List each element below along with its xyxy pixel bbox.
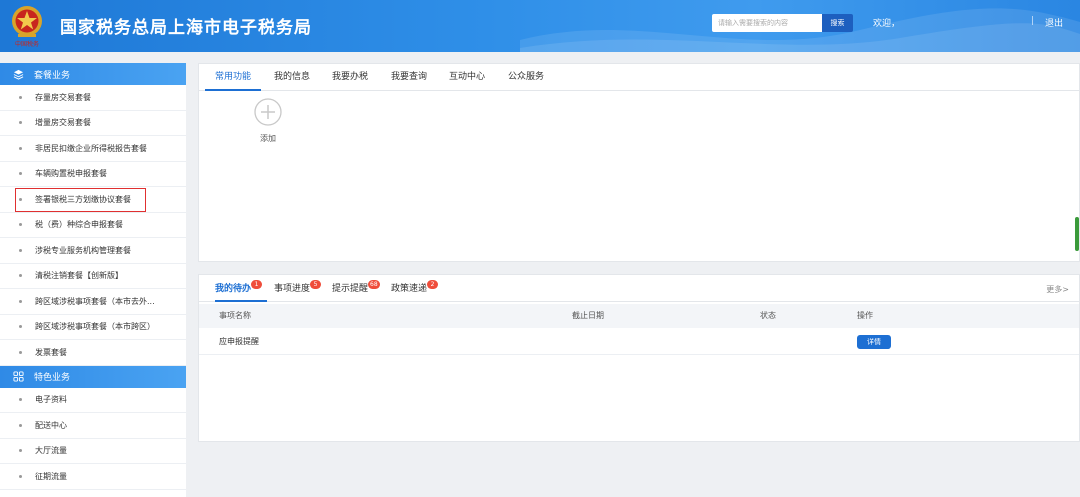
table-header: 事项名称 截止日期 状态 操作 bbox=[199, 304, 1079, 328]
bullet-dot bbox=[19, 299, 22, 303]
cell-item-name: 应申报提醒 bbox=[219, 337, 259, 346]
sidebar-item-e-documents[interactable]: 电子资料 bbox=[0, 388, 186, 413]
tab-reminders[interactable]: 提示提醒 68 bbox=[332, 275, 386, 302]
sidebar-item-label: 配送中心 bbox=[35, 420, 67, 430]
header-divider: | bbox=[1031, 16, 1035, 26]
welcome-text: 欢迎， bbox=[873, 19, 901, 29]
sidebar-item-new-house[interactable]: 增量房交易套餐 bbox=[0, 111, 186, 136]
bullet-dot bbox=[19, 350, 22, 354]
tab-common-functions[interactable]: 常用功能 bbox=[205, 64, 261, 91]
bullet-dot bbox=[19, 197, 22, 201]
sidebar-item-comprehensive-declaration[interactable]: 税（费）种综合申报套餐 bbox=[0, 213, 186, 238]
bullet-dot bbox=[19, 172, 22, 176]
sidebar-section-packages[interactable]: 套餐业务 bbox=[0, 63, 186, 85]
sidebar-item-label: 跨区域涉税事项套餐（本市去外... bbox=[35, 296, 155, 306]
tab-policy-news[interactable]: 政策速递 2 bbox=[391, 275, 445, 302]
column-header-deadline: 截止日期 bbox=[572, 311, 604, 320]
bullet-dot bbox=[19, 474, 22, 478]
bullet-dot bbox=[19, 398, 22, 402]
sidebar-item-label: 清税注销套餐【创新版】 bbox=[35, 271, 123, 281]
bullet-dot bbox=[19, 274, 22, 278]
tax-emblem-icon: 中国税务 bbox=[12, 6, 42, 48]
add-plus-icon[interactable] bbox=[254, 98, 282, 126]
bullet-dot bbox=[19, 423, 22, 427]
bullet-dot bbox=[19, 449, 22, 453]
tab-public-service[interactable]: 公众服务 bbox=[499, 64, 553, 91]
tab-label: 事项进度 bbox=[274, 284, 311, 294]
sidebar-item-vehicle-tax[interactable]: 车辆购置税申报套餐 bbox=[0, 162, 186, 187]
grid-icon bbox=[12, 371, 24, 383]
tab-handle-tax[interactable]: 我要办税 bbox=[323, 64, 377, 91]
logout-link[interactable]: 退出 bbox=[1045, 16, 1063, 29]
sidebar-item-label: 涉税专业服务机构管理套餐 bbox=[35, 245, 131, 255]
sidebar-item-tax-deregistration[interactable]: 清税注销套餐【创新版】 bbox=[0, 264, 186, 289]
sidebar-item-cross-region-out[interactable]: 跨区域涉税事项套餐（本市去外... bbox=[0, 289, 186, 315]
sidebar-item-nonresident-tax[interactable]: 非居民扣缴企业所得税报告套餐 bbox=[0, 136, 186, 162]
sidebar-section-title: 特色业务 bbox=[34, 373, 71, 383]
count-badge: 68 bbox=[368, 280, 380, 289]
bullet-dot bbox=[19, 248, 22, 252]
tab-query[interactable]: 我要查询 bbox=[382, 64, 436, 91]
todo-panel: 我的待办 1 事项进度 5 提示提醒 68 政策速递 2 更多> 事项名称 截止… bbox=[198, 274, 1080, 442]
sidebar-item-hall-traffic[interactable]: 大厅流量 bbox=[0, 439, 186, 464]
site-title: 国家税务总局上海市电子税务局 bbox=[60, 18, 312, 38]
sidebar-item-label: 增量房交易套餐 bbox=[35, 118, 91, 128]
sidebar-item-filing-traffic[interactable]: 征期流量 bbox=[0, 464, 186, 490]
bullet-dot bbox=[19, 223, 22, 227]
tab-progress[interactable]: 事项进度 5 bbox=[274, 275, 326, 302]
count-badge: 1 bbox=[251, 280, 262, 289]
sidebar-item-label: 税（费）种综合申报套餐 bbox=[35, 220, 123, 230]
bullet-dot bbox=[19, 146, 22, 150]
sidebar-item-invoice[interactable]: 发票套餐 bbox=[0, 340, 186, 366]
sidebar-item-label: 跨区域涉税事项套餐（本市跨区） bbox=[35, 322, 155, 332]
sidebar: 套餐业务 存量房交易套餐 增量房交易套餐 非居民扣缴企业所得税报告套餐 车辆购置… bbox=[0, 63, 186, 497]
detail-button[interactable]: 详情 bbox=[857, 335, 891, 349]
sidebar-item-label: 电子资料 bbox=[35, 395, 67, 405]
sidebar-item-existing-house[interactable]: 存量房交易套餐 bbox=[0, 85, 186, 111]
column-header-status: 状态 bbox=[760, 311, 776, 320]
column-header-item-name: 事项名称 bbox=[219, 311, 251, 320]
search-input[interactable] bbox=[712, 14, 822, 32]
more-link[interactable]: 更多> bbox=[1046, 284, 1069, 295]
count-badge: 2 bbox=[427, 280, 438, 289]
tab-label: 政策速递 bbox=[391, 284, 428, 294]
scrollbar-thumb[interactable] bbox=[1075, 217, 1079, 251]
tab-label: 提示提醒 bbox=[332, 284, 369, 294]
sidebar-item-label: 非居民扣缴企业所得税报告套餐 bbox=[35, 143, 147, 153]
top-header: 中国税务 国家税务总局上海市电子税务局 搜索 欢迎， | 退出 bbox=[0, 0, 1080, 52]
tab-label: 我的待办 bbox=[215, 284, 252, 294]
functions-panel: 常用功能 我的信息 我要办税 我要查询 互动中心 公众服务 添加 bbox=[198, 63, 1080, 262]
bullet-dot bbox=[19, 121, 22, 125]
table-row: 应申报提醒 详情 bbox=[199, 328, 1079, 355]
bullet-dot bbox=[19, 325, 22, 329]
sidebar-item-cross-region-local[interactable]: 跨区域涉税事项套餐（本市跨区） bbox=[0, 315, 186, 340]
layers-icon bbox=[12, 68, 24, 80]
sidebar-section-features[interactable]: 特色业务 bbox=[0, 365, 186, 388]
column-header-action: 操作 bbox=[857, 311, 873, 320]
search-button[interactable]: 搜索 bbox=[822, 14, 853, 32]
count-badge: 5 bbox=[310, 280, 321, 289]
tab-interaction-center[interactable]: 互动中心 bbox=[440, 64, 494, 91]
bullet-dot bbox=[19, 95, 22, 99]
sidebar-item-label: 车辆购置税申报套餐 bbox=[35, 169, 107, 179]
todo-tab-bar: 我的待办 1 事项进度 5 提示提醒 68 政策速递 2 更多> bbox=[199, 275, 1079, 302]
sidebar-item-tripartite-agreement[interactable]: 签署银税三方划缴协议套餐 bbox=[0, 187, 186, 213]
sidebar-item-agency-management[interactable]: 涉税专业服务机构管理套餐 bbox=[0, 238, 186, 264]
sidebar-item-label: 存量房交易套餐 bbox=[35, 92, 91, 102]
sidebar-item-label: 发票套餐 bbox=[35, 347, 67, 357]
sidebar-item-label: 大厅流量 bbox=[35, 446, 67, 456]
sidebar-item-label: 签署银税三方划缴协议套餐 bbox=[35, 194, 131, 204]
tab-my-info[interactable]: 我的信息 bbox=[265, 64, 319, 91]
tab-my-todo[interactable]: 我的待办 1 bbox=[215, 275, 267, 302]
functions-tab-bar: 常用功能 我的信息 我要办税 我要查询 互动中心 公众服务 bbox=[199, 64, 1079, 91]
add-label[interactable]: 添加 bbox=[255, 133, 281, 144]
sidebar-section-title: 套餐业务 bbox=[34, 70, 71, 81]
emblem-caption: 中国税务 bbox=[15, 40, 39, 48]
sidebar-item-label: 征期流量 bbox=[35, 471, 67, 481]
sidebar-item-delivery-center[interactable]: 配送中心 bbox=[0, 413, 186, 439]
